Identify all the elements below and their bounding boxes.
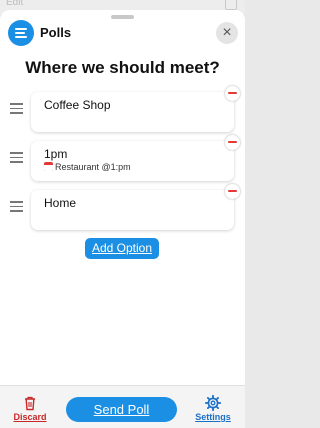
option-text[interactable]: Coffee Shop xyxy=(44,98,111,112)
poll-sheet: Polls × Where we should meet? Coffee Sho… xyxy=(0,10,245,428)
close-button[interactable]: × xyxy=(216,22,238,44)
option-subtitle: Restaurant @1:pm xyxy=(44,162,131,172)
remove-option-button[interactable] xyxy=(225,86,240,101)
option-subtitle-text: Restaurant @1:pm xyxy=(55,162,131,172)
background-edit-label: Edit xyxy=(6,0,24,8)
option-card[interactable]: 1pm Restaurant @1:pm xyxy=(31,141,234,181)
calendar-icon xyxy=(44,162,53,171)
compose-icon xyxy=(225,0,237,10)
send-poll-button[interactable]: Send Poll xyxy=(66,397,177,422)
option-text[interactable]: 1pm xyxy=(44,147,67,161)
option-row: 1pm Restaurant @1:pm xyxy=(0,135,245,183)
header: Polls × xyxy=(0,20,245,46)
list-icon xyxy=(8,20,34,46)
poll-screen: Edit Polls × Where we should meet? Coffe… xyxy=(0,0,245,428)
discard-label: Discard xyxy=(13,412,47,422)
drag-handle-icon[interactable] xyxy=(10,103,23,114)
option-card[interactable]: Home xyxy=(31,190,234,230)
gear-icon xyxy=(205,395,221,411)
remove-option-button[interactable] xyxy=(225,135,240,150)
option-card[interactable]: Coffee Shop xyxy=(31,92,234,132)
settings-button[interactable]: Settings xyxy=(194,395,232,427)
drag-handle-icon[interactable] xyxy=(10,152,23,163)
discard-button[interactable]: Discard xyxy=(11,395,49,427)
bottom-toolbar: Discard Send Poll Settings xyxy=(0,385,245,428)
settings-label: Settings xyxy=(195,412,231,422)
trash-icon xyxy=(25,396,35,411)
drag-handle-icon[interactable] xyxy=(10,201,23,212)
remove-option-button[interactable] xyxy=(225,184,240,199)
app-title: Polls xyxy=(40,25,72,40)
add-option-button[interactable]: Add Option xyxy=(85,238,159,259)
sheet-grabber[interactable] xyxy=(111,15,134,19)
poll-question[interactable]: Where we should meet? xyxy=(0,58,245,78)
option-text[interactable]: Home xyxy=(44,196,76,210)
option-row: Coffee Shop xyxy=(0,86,245,134)
option-row: Home xyxy=(0,184,245,232)
